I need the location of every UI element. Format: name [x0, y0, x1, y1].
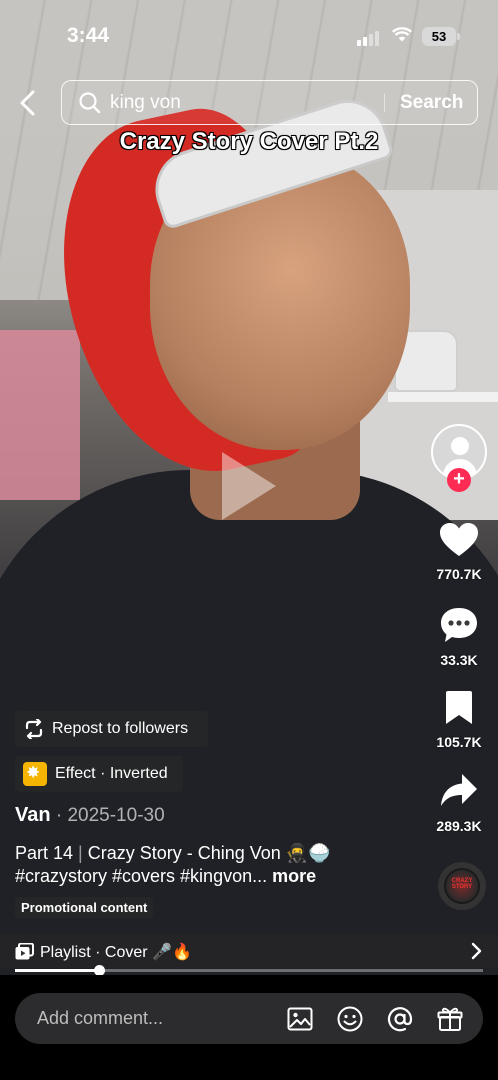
like-button[interactable]: 770.7K	[424, 522, 494, 582]
more-link[interactable]: more	[267, 866, 316, 886]
like-count: 770.7K	[436, 566, 482, 582]
comment-count: 33.3K	[440, 652, 478, 668]
creator-avatar[interactable]: +	[431, 424, 487, 492]
desc-hashtags[interactable]: #crazystory #covers #kingvon...	[15, 866, 267, 886]
emoji-icon[interactable]	[337, 1006, 363, 1032]
repost-label: Repost to followers	[52, 720, 189, 737]
effect-chip[interactable]: Effect · Inverted	[15, 756, 183, 792]
search-divider	[384, 94, 385, 112]
effect-label: Effect · Inverted	[55, 765, 168, 782]
mention-icon[interactable]	[387, 1006, 413, 1032]
status-time: 3:44	[67, 24, 110, 47]
search-icon	[79, 92, 101, 114]
follow-button[interactable]: +	[447, 468, 471, 492]
save-count: 105.7K	[436, 734, 482, 750]
desc-separator: |	[73, 843, 88, 863]
chevron-right-icon[interactable]	[470, 941, 484, 961]
status-bar: 3:44 53	[0, 0, 498, 70]
music-disc[interactable]: CRAZY STORY	[438, 862, 486, 910]
author-line: Van · 2025-10-30	[15, 804, 165, 827]
search-input[interactable]: king von Search	[61, 80, 478, 125]
repost-chip[interactable]: Repost to followers	[15, 711, 208, 747]
effect-icon	[23, 762, 47, 786]
repost-icon	[25, 719, 43, 739]
share-count: 289.3K	[436, 818, 482, 834]
comment-input[interactable]: Add comment...	[15, 993, 483, 1044]
play-icon[interactable]	[222, 452, 276, 520]
battery-indicator: 53	[422, 27, 460, 46]
image-icon[interactable]	[287, 1006, 313, 1032]
author-name[interactable]: Van	[15, 804, 51, 826]
comment-placeholder: Add comment...	[37, 1008, 164, 1028]
playlist-icon	[15, 943, 34, 960]
promotional-content-badge: Promotional content	[15, 897, 154, 918]
video-progress-fill	[15, 969, 100, 972]
cellular-signal-icon	[357, 30, 383, 46]
video-caption-overlay: Crazy Story Cover Pt.2	[119, 128, 379, 155]
search-button[interactable]: Search	[400, 92, 463, 114]
video-scene-shelf	[388, 392, 498, 402]
playlist-label: Playlist · Cover 🎤🔥	[40, 944, 192, 961]
share-icon[interactable]	[439, 772, 479, 810]
video-scene-poster	[0, 330, 80, 500]
playlist-bar[interactable]: Playlist · Cover 🎤🔥	[0, 934, 498, 968]
back-icon[interactable]	[14, 88, 42, 118]
video-description[interactable]: Part 14 | Crazy Story - Ching Von 🥷🍚 #cr…	[15, 842, 415, 888]
gift-icon[interactable]	[437, 1006, 463, 1032]
wifi-icon	[392, 27, 412, 42]
comment-bar: Add comment...	[0, 975, 498, 1080]
share-button[interactable]: 289.3K	[424, 772, 494, 834]
bookmark-icon[interactable]	[442, 690, 476, 726]
desc-part: Part 14	[15, 843, 74, 863]
save-button[interactable]: 105.7K	[424, 690, 494, 750]
music-disc-label: CRAZY STORY	[451, 878, 473, 890]
comment-button[interactable]: 33.3K	[424, 606, 494, 668]
comment-icon[interactable]	[439, 606, 479, 644]
heart-icon[interactable]	[439, 522, 479, 558]
video-progress-bar[interactable]	[15, 965, 483, 976]
desc-title: Crazy Story - Ching Von 🥷🍚	[87, 843, 331, 863]
post-date: · 2025-10-30	[50, 805, 165, 826]
search-query-text[interactable]: king von	[110, 92, 181, 114]
